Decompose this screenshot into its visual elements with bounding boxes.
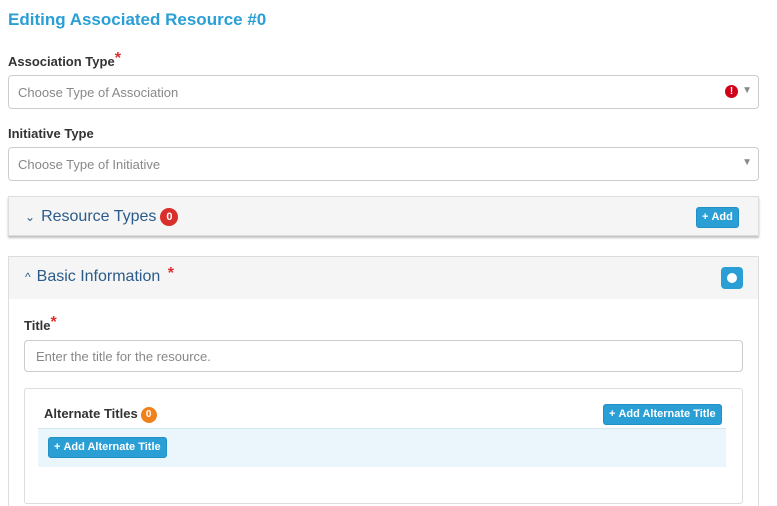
resource-types-count-badge: 0 (160, 208, 179, 226)
add-alternate-title-button[interactable]: + Add Alternate Title (48, 437, 167, 458)
title-placeholder: Enter the title for the resource. (36, 349, 211, 364)
plus-icon: + (54, 441, 61, 453)
basic-information-title: Basic Information (36, 268, 161, 285)
basic-information-toggle[interactable]: ^ Basic Information * (25, 265, 174, 286)
title-label-text: Title (24, 318, 51, 333)
title-input[interactable]: Enter the title for the resource. (24, 340, 743, 372)
resource-types-panel: ⌄ Resource Types 0 + Add (8, 196, 759, 236)
association-type-select[interactable]: Choose Type of Association ! ▼ (8, 75, 759, 109)
caret-down-icon: ▼ (742, 157, 752, 168)
error-icon: ! (725, 85, 738, 98)
initiative-type-select[interactable]: Choose Type of Initiative ▼ (8, 147, 759, 181)
chevron-down-icon: ⌄ (25, 210, 36, 224)
resource-types-title: Resource Types (41, 208, 157, 225)
plus-icon: + (702, 211, 709, 223)
initiative-type-label: Initiative Type (8, 126, 94, 141)
required-asterisk: * (50, 314, 57, 331)
alternate-titles-heading: Alternate Titles 0 (44, 406, 157, 423)
caret-down-icon: ▼ (742, 85, 752, 96)
required-asterisk: * (167, 265, 174, 282)
resource-types-toggle[interactable]: ⌄ Resource Types 0 (25, 208, 179, 226)
add-alternate-title-header-button[interactable]: + Add Alternate Title (603, 404, 722, 425)
circle-icon (727, 273, 737, 283)
add-alternate-title-label: Add Alternate Title (63, 441, 161, 453)
initiative-type-placeholder: Choose Type of Initiative (18, 157, 161, 172)
add-resource-type-button[interactable]: + Add (696, 207, 739, 228)
association-type-label: Association Type* (8, 50, 121, 71)
alternate-titles-label: Alternate Titles (44, 406, 138, 421)
association-type-label-text: Association Type (8, 54, 115, 69)
page-title: Editing Associated Resource #0 (8, 10, 267, 29)
add-alternate-title-header-label: Add Alternate Title (618, 408, 716, 420)
required-asterisk: * (114, 50, 121, 67)
plus-icon: + (609, 408, 616, 420)
add-resource-type-label: Add (711, 211, 733, 223)
section-toggle-button[interactable] (721, 267, 743, 289)
title-label: Title* (24, 314, 57, 335)
association-type-placeholder: Choose Type of Association (18, 85, 179, 100)
basic-information-panel-header: ^ Basic Information * (8, 256, 759, 300)
alternate-titles-count-badge: 0 (140, 407, 157, 423)
chevron-up-icon: ^ (25, 270, 31, 284)
